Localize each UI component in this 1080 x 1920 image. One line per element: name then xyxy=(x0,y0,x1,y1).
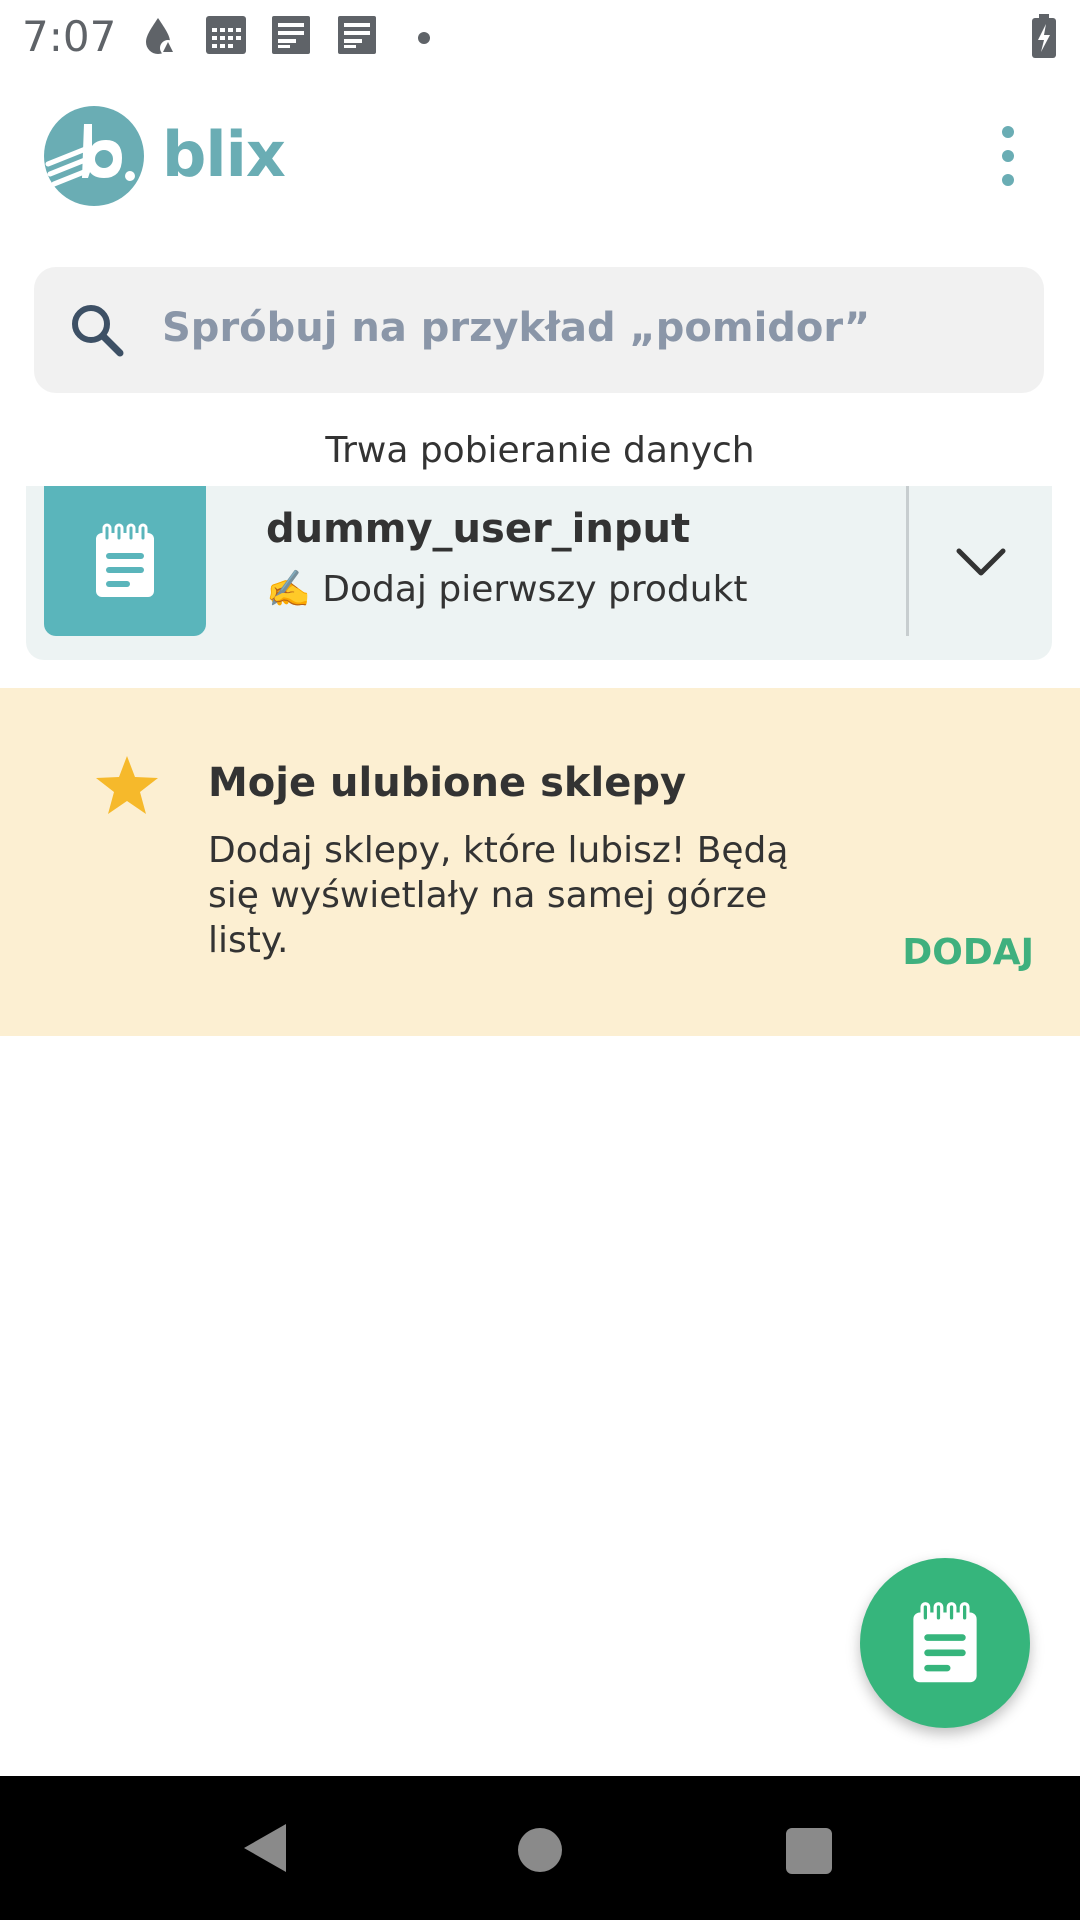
star-icon xyxy=(96,756,158,814)
blix-logo-icon xyxy=(44,106,144,206)
search-input[interactable]: Spróbuj na przykład „pomidor” xyxy=(34,267,1044,393)
more-vertical-icon[interactable] xyxy=(980,126,1036,186)
favorites-description: Dodaj sklepy, które lubisz! Będą się wyś… xyxy=(208,830,789,961)
home-icon[interactable] xyxy=(518,1828,562,1872)
search-icon xyxy=(72,305,124,357)
status-time: 7:07 xyxy=(22,12,117,61)
news-icon xyxy=(272,16,310,54)
chevron-down-icon xyxy=(956,548,1006,576)
favorites-title: Moje ulubione sklepy xyxy=(208,760,687,806)
news-icon xyxy=(338,16,376,54)
calendar-icon xyxy=(206,16,246,54)
divider xyxy=(906,486,909,636)
list-subtitle: ✍️ Dodaj pierwszy produkt xyxy=(266,569,748,610)
notification-dot xyxy=(418,32,430,44)
back-icon[interactable] xyxy=(240,1820,290,1876)
recents-icon[interactable] xyxy=(786,1828,832,1874)
notepad-icon xyxy=(913,1602,977,1683)
shopping-list-card[interactable]: dummy_user_input ✍️ Dodaj pierwszy produ… xyxy=(26,486,1052,660)
system-nav-bar xyxy=(0,1776,1080,1920)
expand-button[interactable] xyxy=(910,486,1052,636)
brand-name: blix xyxy=(162,118,286,191)
loading-status: Trwa pobieranie danych xyxy=(325,430,755,471)
search-placeholder: Spróbuj na przykład „pomidor” xyxy=(162,305,871,351)
list-thumbnail xyxy=(44,486,206,636)
new-list-fab[interactable] xyxy=(860,1558,1030,1728)
status-bar: 7:07 xyxy=(0,0,1080,72)
list-title: dummy_user_input xyxy=(266,506,691,552)
favorite-shops-banner: Moje ulubione sklepy Dodaj sklepy, które… xyxy=(0,688,1080,1036)
drop-icon xyxy=(146,18,176,56)
notepad-icon xyxy=(96,523,154,597)
battery-charging-icon xyxy=(1032,14,1056,58)
add-shops-button[interactable]: DODAJ xyxy=(902,932,1034,973)
